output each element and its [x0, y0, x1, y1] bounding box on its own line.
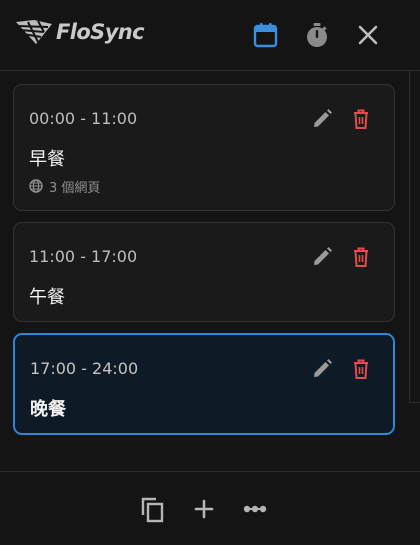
schedule-label: 晚餐: [30, 399, 66, 420]
pencil-icon: [314, 359, 332, 377]
globe-icon: [29, 179, 43, 193]
calendar-button[interactable]: [252, 21, 280, 49]
flosync-logo-icon: [16, 20, 52, 44]
footer-toolbar: [0, 471, 420, 545]
edit-button[interactable]: [310, 107, 334, 131]
more-button[interactable]: [241, 495, 269, 523]
trash-icon: [354, 359, 368, 379]
timer-icon: [307, 23, 327, 47]
page-count-label: 3 個網頁: [49, 180, 101, 196]
time-range: 11:00 - 17:00: [29, 247, 138, 266]
more-icon: [243, 505, 267, 513]
time-range: 17:00 - 24:00: [30, 359, 139, 378]
calendar-icon: [253, 23, 278, 48]
copy-button[interactable]: [139, 495, 167, 523]
delete-button[interactable]: [349, 107, 373, 131]
delete-button[interactable]: [349, 357, 373, 381]
pencil-icon: [314, 247, 332, 265]
plus-icon: [194, 499, 214, 519]
schedule-label: 早餐: [29, 149, 65, 170]
close-icon: [358, 25, 378, 45]
add-button[interactable]: [190, 495, 218, 523]
pencil-icon: [314, 109, 332, 127]
timer-button[interactable]: [303, 21, 331, 49]
schedule-card-breakfast[interactable]: 00:00 - 11:00 早餐 3 個網頁: [13, 84, 395, 211]
scroll-divider-bottom: [409, 402, 420, 403]
trash-icon: [354, 109, 368, 129]
schedule-label: 午餐: [29, 287, 65, 308]
close-button[interactable]: [354, 21, 382, 49]
app-name: FloSync: [56, 20, 145, 44]
scroll-divider: [409, 70, 410, 402]
page-count: 3 個網頁: [29, 177, 101, 196]
edit-button[interactable]: [310, 245, 334, 269]
trash-icon: [354, 247, 368, 267]
delete-button[interactable]: [349, 245, 373, 269]
schedule-card-lunch[interactable]: 11:00 - 17:00 午餐: [13, 222, 395, 322]
time-range: 00:00 - 11:00: [29, 109, 138, 128]
edit-button[interactable]: [310, 357, 334, 381]
app-header: FloSync: [0, 0, 420, 71]
app-logo: FloSync: [14, 16, 150, 50]
schedule-card-dinner[interactable]: 17:00 - 24:00 晚餐: [13, 333, 395, 435]
copy-icon: [141, 497, 164, 523]
